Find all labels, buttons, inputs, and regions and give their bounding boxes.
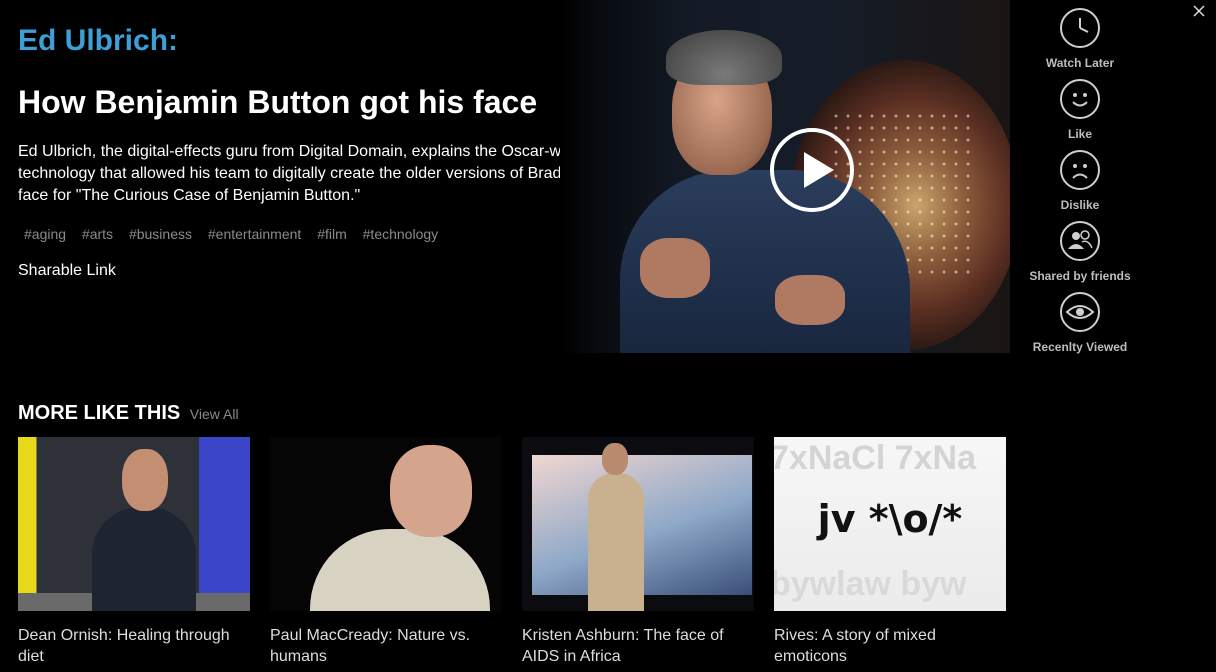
thumbnail-emoticon-text: jv *\o/* — [817, 497, 963, 541]
shared-by-friends-button[interactable]: Shared by friends — [1020, 221, 1140, 283]
close-icon[interactable] — [1192, 4, 1206, 18]
related-talk-title: Rives: A story of mixed emoticons — [774, 627, 936, 665]
tag-list: #aging #arts #business #entertainment #f… — [18, 226, 444, 242]
talk-title: How Benjamin Button got his face — [18, 84, 538, 120]
speaker-head — [390, 445, 472, 537]
section-title: MORE LIKE THIS — [18, 402, 181, 424]
sharable-link[interactable]: Sharable Link — [18, 262, 116, 280]
speaker-head — [122, 449, 168, 511]
tag-link[interactable]: #entertainment — [208, 226, 301, 242]
tag-link[interactable]: #arts — [82, 226, 113, 242]
related-talk-title: Paul MacCready: Nature vs. humans — [270, 627, 471, 665]
speaker-figure — [92, 507, 196, 611]
talk-thumbnail — [18, 437, 250, 611]
related-talk-card[interactable]: Dean Ornish: Healing through diet — [18, 437, 250, 667]
like-label: Like — [1067, 127, 1092, 141]
speaker-name: Ed Ulbrich: — [18, 24, 179, 57]
frown-icon — [1072, 164, 1088, 179]
talk-thumbnail: 7xNaCl 7xNa jv *\o/* bywlaw byw — [774, 437, 1006, 611]
thumbnail-background-text: bywlaw byw — [774, 565, 967, 603]
dislike-button[interactable]: Dislike — [1020, 150, 1140, 212]
talk-thumbnail — [522, 437, 754, 611]
shared-by-friends-label: Shared by friends — [1029, 269, 1131, 283]
clock-icon — [1079, 18, 1089, 33]
watch-later-button[interactable]: Watch Later — [1020, 8, 1140, 70]
related-talk-title: Dean Ornish: Healing through diet — [18, 627, 230, 665]
tag-link[interactable]: #technology — [363, 226, 439, 242]
eye-icon — [1065, 305, 1095, 319]
friends-icon — [1068, 230, 1093, 249]
tag-link[interactable]: #business — [129, 226, 192, 242]
speaker-hand — [775, 275, 845, 325]
related-talk-card[interactable]: Kristen Ashburn: The face of AIDS in Afr… — [522, 437, 754, 667]
talk-thumbnail — [270, 437, 502, 611]
speaker-hair — [666, 30, 782, 85]
tag-link[interactable]: #film — [317, 226, 347, 242]
talk-description: Ed Ulbrich, the digital-effects guru fro… — [18, 143, 604, 204]
speaker-head — [602, 443, 628, 475]
speaker-figure — [588, 473, 644, 611]
speaker-hand — [640, 238, 710, 298]
video-player[interactable] — [560, 0, 1010, 353]
recently-viewed-label: Recenlty Viewed — [1032, 340, 1128, 354]
view-all-link[interactable]: View All — [190, 406, 239, 422]
smile-icon — [1072, 93, 1088, 107]
related-talk-card[interactable]: Paul MacCready: Nature vs. humans — [270, 437, 502, 667]
recently-viewed-button[interactable]: Recenlty Viewed — [1020, 292, 1140, 354]
play-icon — [804, 152, 834, 188]
speaker-figure — [310, 529, 490, 611]
tag-link[interactable]: #aging — [24, 226, 66, 242]
like-button[interactable]: Like — [1020, 79, 1140, 141]
related-talk-title: Kristen Ashburn: The face of AIDS in Afr… — [522, 627, 724, 665]
dislike-label: Dislike — [1060, 198, 1100, 212]
watch-later-label: Watch Later — [1045, 56, 1115, 70]
play-button[interactable] — [770, 128, 854, 212]
more-like-this-heading: MORE LIKE THIS View All — [18, 402, 239, 425]
thumbnail-background-text: 7xNaCl 7xNa — [774, 439, 977, 477]
related-talk-card[interactable]: 7xNaCl 7xNa jv *\o/* bywlaw byw Rives: A… — [774, 437, 1006, 667]
